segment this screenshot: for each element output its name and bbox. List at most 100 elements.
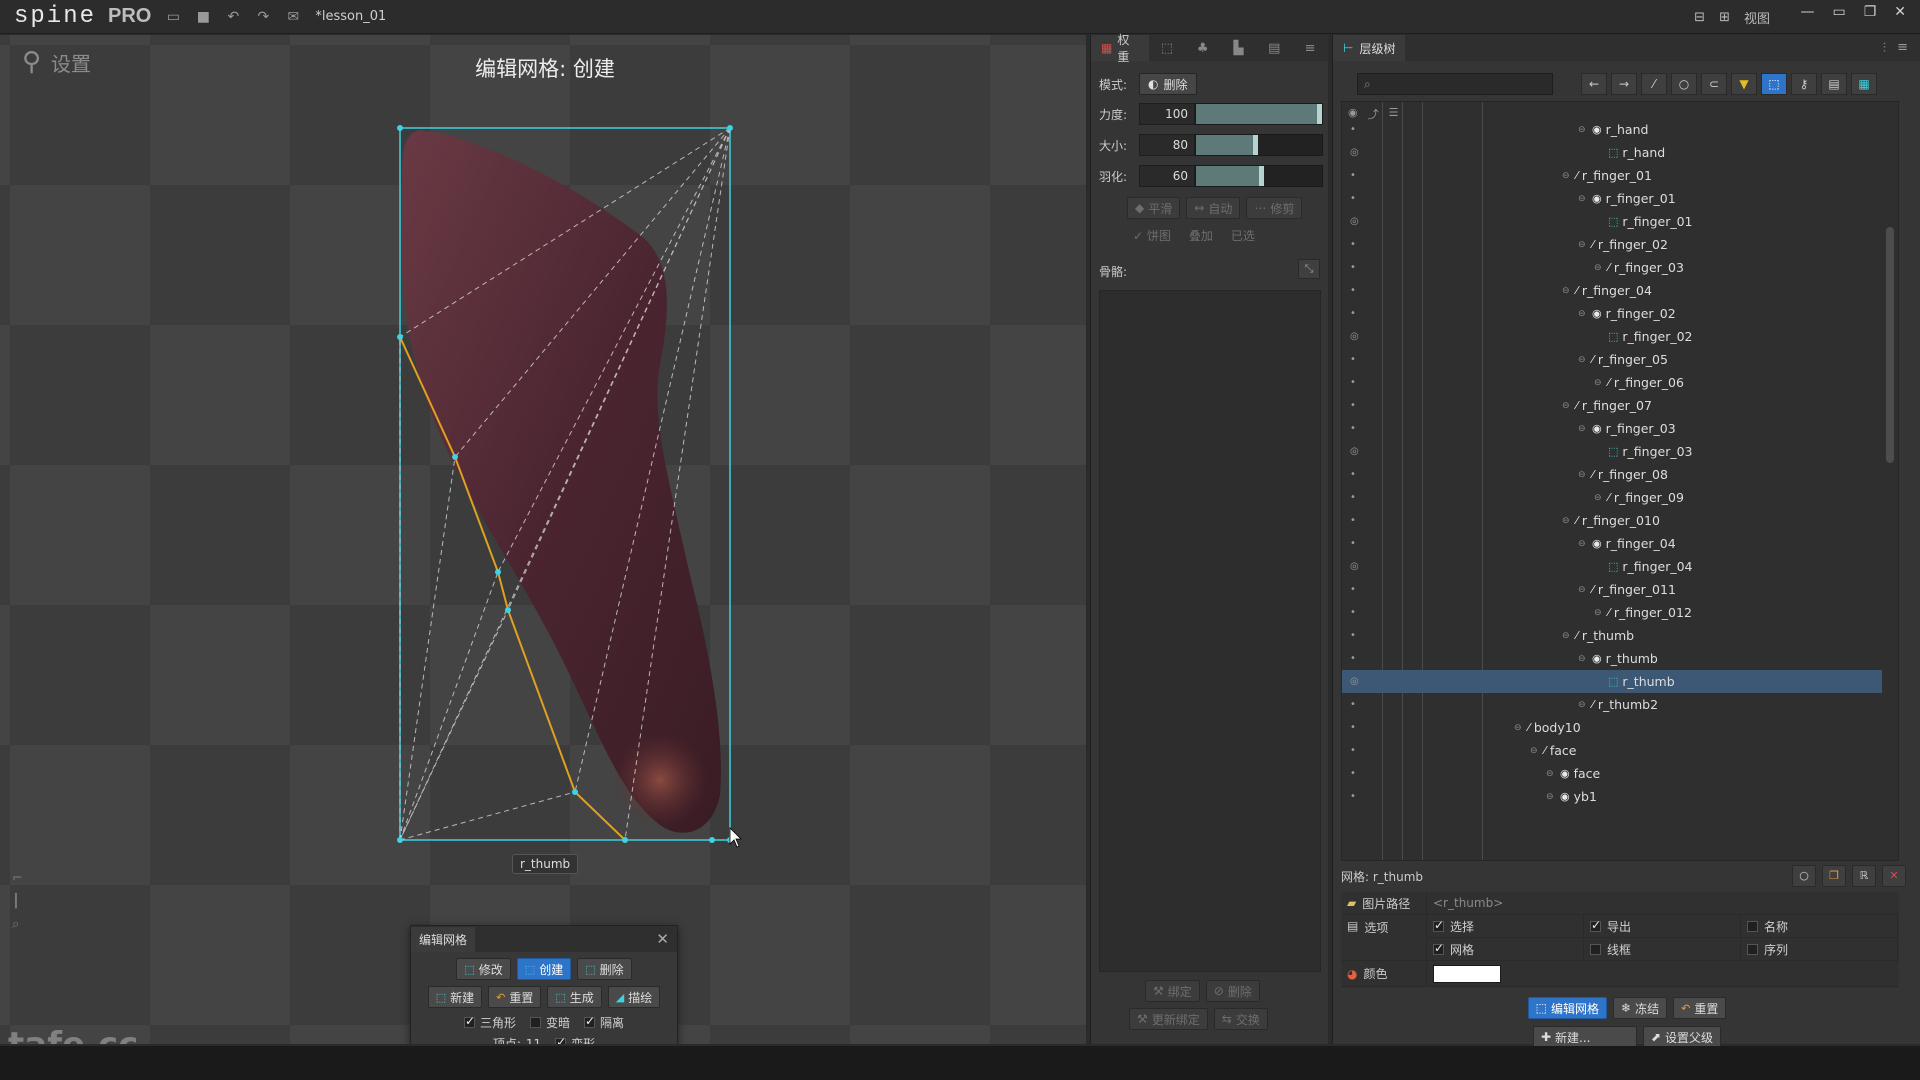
- collapse-icon[interactable]: ▤: [1821, 73, 1847, 95]
- delete-icon[interactable]: ✕: [1882, 865, 1906, 887]
- strength-slider[interactable]: [1195, 103, 1323, 125]
- zoom-icon[interactable]: ⌕: [12, 917, 23, 932]
- tree-row[interactable]: • ⊖ ⁄ r_finger_02: [1342, 233, 1882, 256]
- tab-tree[interactable]: ⊢ 层级树: [1333, 35, 1406, 61]
- feather-input[interactable]: 60: [1139, 165, 1195, 187]
- color-swatch[interactable]: [1433, 964, 1501, 983]
- undo-icon[interactable]: ↶: [225, 9, 241, 25]
- new-mesh-button[interactable]: ⬚ 新建: [427, 986, 483, 1008]
- option-name-checkbox[interactable]: 名称: [1741, 915, 1898, 938]
- image-path-input[interactable]: <r_thumb>: [1427, 892, 1899, 914]
- isolate-checkbox[interactable]: 隔离: [584, 1014, 624, 1031]
- smooth-button[interactable]: ◆ 平滑: [1127, 197, 1181, 219]
- tree-row[interactable]: • ⊖ ◉ r_finger_03: [1342, 417, 1882, 440]
- visibility-dot-icon[interactable]: •: [1350, 423, 1358, 434]
- tree-row[interactable]: • ⊖ ◉ r_finger_04: [1342, 532, 1882, 555]
- tree-row[interactable]: • ⊖ ⁄ r_finger_012: [1342, 601, 1882, 624]
- view-menu[interactable]: 视图: [1744, 8, 1770, 27]
- expand-toggle-icon[interactable]: ⊖: [1578, 654, 1588, 664]
- reset-mesh-button[interactable]: ↶ 重置: [488, 986, 542, 1008]
- open-folder-icon[interactable]: ▭: [165, 9, 181, 25]
- tree-row[interactable]: ◎ ⬚ r_finger_01: [1342, 210, 1882, 233]
- restore-icon[interactable]: ❐: [1864, 4, 1877, 20]
- tree-row[interactable]: • ⊖ ◉ r_hand: [1342, 118, 1882, 141]
- tree-row[interactable]: • ⊖ ◉ r_thumb: [1342, 647, 1882, 670]
- visibility-dot-icon[interactable]: •: [1350, 791, 1358, 802]
- visibility-dot-icon[interactable]: •: [1350, 400, 1358, 411]
- expand-toggle-icon[interactable]: ⊖: [1530, 746, 1540, 756]
- mode-dropdown[interactable]: ◐ 删除: [1139, 73, 1197, 95]
- expand-toggle-icon[interactable]: ⊖: [1578, 240, 1588, 250]
- panel-menu-icon[interactable]: ≡: [1897, 40, 1908, 55]
- expand-toggle-icon[interactable]: ⊖: [1562, 631, 1572, 641]
- expand-toggle-icon[interactable]: ⊖: [1562, 516, 1572, 526]
- option-select-checkbox[interactable]: 选择: [1427, 915, 1584, 938]
- visibility-dot-icon[interactable]: •: [1350, 170, 1358, 181]
- tree-row[interactable]: • ⊖ ⁄ r_finger_03: [1342, 256, 1882, 279]
- expand-toggle-icon[interactable]: ⊖: [1546, 769, 1556, 779]
- expand-toggle-icon[interactable]: ⊖: [1578, 424, 1588, 434]
- overlay-toggle[interactable]: 叠加: [1189, 227, 1213, 244]
- expand-toggle-icon[interactable]: ⊖: [1562, 286, 1572, 296]
- visibility-dot-icon[interactable]: •: [1350, 584, 1358, 595]
- set-parent-button[interactable]: ⬈ 设置父级: [1642, 1026, 1722, 1048]
- visibility-dot-icon[interactable]: •: [1350, 745, 1358, 756]
- size-slider[interactable]: [1195, 134, 1323, 156]
- tree-row[interactable]: • ⊖ ◉ face: [1342, 762, 1882, 785]
- expand-toggle-icon[interactable]: ⊖: [1594, 493, 1604, 503]
- generate-button[interactable]: ⬚ 生成: [547, 986, 602, 1008]
- tree-row[interactable]: • ⊖ ⁄ r_thumb2: [1342, 693, 1882, 716]
- visibility-dot-icon[interactable]: •: [1350, 538, 1358, 549]
- visibility-dot-icon[interactable]: •: [1350, 262, 1358, 273]
- visibility-dot-icon[interactable]: •: [1350, 699, 1358, 710]
- expand-toggle-icon[interactable]: ⊖: [1578, 355, 1588, 365]
- expand-icon[interactable]: ⤡: [1298, 259, 1320, 279]
- mesh-overlay[interactable]: [0, 35, 1086, 1044]
- expand-toggle-icon[interactable]: ⊖: [1594, 608, 1604, 618]
- visibility-dot-icon[interactable]: •: [1350, 193, 1358, 204]
- tree-row[interactable]: ◎ ⬚ r_thumb: [1342, 670, 1882, 693]
- tree-row[interactable]: • ⊖ ⁄ r_finger_05: [1342, 348, 1882, 371]
- auto-button[interactable]: ↔ 自动: [1186, 197, 1241, 219]
- expand-all-icon[interactable]: ▦: [1851, 73, 1877, 95]
- eye-icon[interactable]: ◎: [1350, 331, 1359, 342]
- tree-row[interactable]: • ⊖ ⁄ r_finger_010: [1342, 509, 1882, 532]
- redo-icon[interactable]: ↷: [255, 9, 271, 25]
- eye-icon[interactable]: ◎: [1350, 561, 1359, 572]
- triangles-checkbox[interactable]: 三角形: [463, 1014, 516, 1031]
- close-icon[interactable]: ✕: [656, 930, 669, 948]
- create-button[interactable]: ⬚ 创建: [516, 958, 572, 980]
- option-mesh-checkbox[interactable]: 网格: [1427, 938, 1584, 961]
- swap-button[interactable]: ⇆ 交换: [1213, 1008, 1268, 1030]
- tree-row[interactable]: • ⊖ ⁄ r_finger_09: [1342, 486, 1882, 509]
- tab-weights[interactable]: ▦ 权重: [1091, 33, 1150, 64]
- tree-search-input[interactable]: ⌕: [1357, 73, 1553, 95]
- tab-images-icon[interactable]: ▤: [1256, 41, 1292, 56]
- visibility-dot-icon[interactable]: •: [1350, 722, 1358, 733]
- tree-row[interactable]: • ⊖ ◉ r_finger_02: [1342, 302, 1882, 325]
- constraint-filter-icon[interactable]: ▼: [1731, 73, 1757, 95]
- expand-toggle-icon[interactable]: ⊖: [1562, 401, 1572, 411]
- tree-row[interactable]: ◎ ⬚ r_finger_03: [1342, 440, 1882, 463]
- tab-skin-icon[interactable]: ♣: [1185, 41, 1221, 56]
- tree-row[interactable]: • ⊖ ⁄ body10: [1342, 716, 1882, 739]
- mesh-filter-icon[interactable]: ⬚: [1761, 73, 1787, 95]
- tree-row[interactable]: • ⊖ ⁄ r_finger_08: [1342, 463, 1882, 486]
- expand-toggle-icon[interactable]: ⊖: [1594, 378, 1604, 388]
- tree-row[interactable]: • ⊖ ⁄ r_thumb: [1342, 624, 1882, 647]
- tree-row[interactable]: ◎ ⬚ r_hand: [1342, 141, 1882, 164]
- deform-checkbox[interactable]: 变形: [555, 1035, 595, 1044]
- modify-button[interactable]: ⬚ 修改: [456, 958, 511, 980]
- option-sequence-checkbox[interactable]: 序列: [1741, 938, 1898, 961]
- tree-list[interactable]: ◉ ⤴ ☰ • ⊖ ◉ r_hand ◎ ⬚ r_hand • ⊖ ⁄ r_finger_01 • ⊖ ◉…: [1341, 101, 1899, 861]
- bones-list[interactable]: [1099, 290, 1321, 972]
- visibility-dot-icon[interactable]: •: [1350, 285, 1358, 296]
- tree-row[interactable]: • ⊖ ◉ r_finger_01: [1342, 187, 1882, 210]
- visibility-dot-icon[interactable]: •: [1350, 469, 1358, 480]
- option-export-checkbox[interactable]: 导出: [1584, 915, 1741, 938]
- trace-button[interactable]: ◢ 描绘: [607, 986, 661, 1008]
- visibility-dot-icon[interactable]: •: [1350, 239, 1358, 250]
- freeze-button[interactable]: ❄ 冻结: [1613, 997, 1668, 1019]
- expand-toggle-icon[interactable]: ⊖: [1578, 700, 1588, 710]
- key-icon[interactable]: ⚷: [1791, 73, 1817, 95]
